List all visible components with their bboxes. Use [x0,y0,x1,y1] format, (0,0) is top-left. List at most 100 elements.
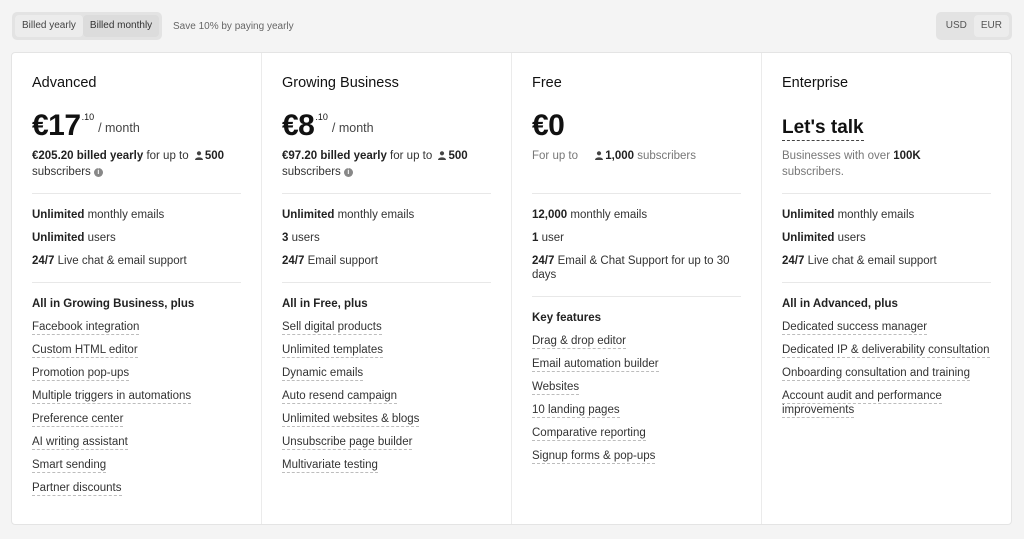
feature-item[interactable]: Unsubscribe page builder [282,435,491,450]
feature-label: Onboarding consultation and training [782,367,970,381]
features-heading: Key features [532,312,602,324]
subscriber-count: 1,000 [605,150,635,162]
subscriber-count: 500 [448,150,468,162]
limit-support: 24/7 Live chat & email support [32,254,241,268]
divider [782,282,991,283]
plan-name: Enterprise [782,75,849,91]
feature-item[interactable]: Dedicated IP & deliverability consultati… [782,343,991,358]
limit-value: Unlimited [782,209,835,221]
limit-label: Email & Chat Support for up to 30 days [532,255,730,281]
limit-label: Live chat & email support [54,255,187,267]
feature-item[interactable]: Promotion pop-ups [32,366,241,381]
feature-label: Custom HTML editor [32,344,138,358]
divider [782,193,991,194]
feature-item[interactable]: Preference center [32,412,241,427]
price-amount: €0 [532,109,565,142]
feature-item[interactable]: Email automation builder [532,357,741,372]
feature-item[interactable]: Unlimited websites & blogs [282,412,491,427]
divider [32,282,241,283]
divider [32,193,241,194]
limit-value: Unlimited [782,232,835,244]
divider [532,296,741,297]
divider [282,193,491,194]
currency-usd-option[interactable]: USD [939,15,974,37]
limit-value: 24/7 [532,255,555,267]
feature-label: Email automation builder [532,358,659,372]
limit-value: 24/7 [32,255,55,267]
limit-label: monthly emails [834,209,915,221]
feature-item[interactable]: AI writing assistant [32,435,241,450]
feature-label: Sell digital products [282,321,382,335]
subscribers-label: subscribers [282,166,341,178]
feature-label: Comparative reporting [532,427,646,441]
billed-for-label: for up to [386,150,436,162]
plan-advanced: Advanced €17 .10 / month €205.20 billed … [12,53,262,524]
feature-item[interactable]: 10 landing pages [532,403,741,418]
feature-item[interactable]: Custom HTML editor [32,343,241,358]
feature-label: Smart sending [32,459,107,473]
limit-users: Unlimited users [32,231,241,245]
limit-value: Unlimited [32,209,85,221]
billing-period-toggle: Billed yearly Billed monthly [12,12,163,40]
feature-item[interactable]: Dedicated success manager [782,320,991,335]
limit-label: users [834,232,866,244]
billed-yearly-option[interactable]: Billed yearly [15,15,83,37]
feature-item[interactable]: Multiple triggers in automations [32,389,241,404]
price-amount: €8 [282,109,315,142]
for-up-to-label: For up to [532,150,579,162]
feature-item[interactable]: Facebook integration [32,320,241,335]
limit-value: 24/7 [782,255,805,267]
feature-label: Websites [532,381,580,395]
feature-label: Unsubscribe page builder [282,436,413,450]
feature-label: Dedicated success manager [782,321,928,335]
user-icon [595,151,604,160]
divider [532,193,741,194]
feature-item[interactable]: Signup forms & pop-ups [532,449,741,464]
billing-details: €205.20 billed yearly for up to 500 subs… [32,148,241,182]
feature-item[interactable]: Smart sending [32,458,241,473]
limit-label: Email support [304,255,378,267]
feature-item[interactable]: Auto resend campaign [282,389,491,404]
feature-item[interactable]: Drag & drop editor [532,334,741,349]
feature-item[interactable]: Comparative reporting [532,426,741,441]
limit-value: 12,000 [532,209,568,221]
enterprise-suffix: subscribers. [782,166,844,178]
subscribers-label: subscribers [32,166,91,178]
limit-value: 24/7 [282,255,305,267]
info-icon[interactable]: i [343,168,353,177]
plan-name: Free [532,75,562,91]
currency-eur-option[interactable]: EUR [973,15,1009,37]
feature-label: Multivariate testing [282,459,378,473]
feature-item[interactable]: Unlimited templates [282,343,491,358]
yearly-savings-note: Save 10% by paying yearly [173,21,294,32]
feature-item[interactable]: Partner discounts [32,481,241,496]
price-unit: / month [98,121,140,135]
feature-label: Account audit and performance improvemen… [782,390,942,418]
price-cents: .10 [315,112,328,122]
feature-label: Unlimited templates [282,344,383,358]
feature-label: Partner discounts [32,482,122,496]
feature-item[interactable]: Multivariate testing [282,458,491,473]
feature-item[interactable]: Account audit and performance improvemen… [782,389,991,418]
subscriber-threshold: 100K [893,150,921,162]
info-icon[interactable]: i [93,168,103,177]
limit-users: 1 user [532,231,741,245]
features-heading: All in Growing Business, plus [32,298,195,310]
feature-item[interactable]: Onboarding consultation and training [782,366,991,381]
limit-label: monthly emails [334,209,415,221]
limit-value: Unlimited [32,232,85,244]
feature-item[interactable]: Websites [532,380,741,395]
feature-item[interactable]: Sell digital products [282,320,491,335]
plan-free: Free €0 For up to 1,000 subscribers 12,0… [512,53,762,524]
price-cents: .10 [81,112,95,122]
lets-talk-link[interactable]: Let's talk [782,116,864,141]
limit-emails: Unlimited monthly emails [282,208,491,222]
limit-users: 3 users [282,231,491,245]
divider [282,282,491,283]
limit-label: Live chat & email support [804,255,937,267]
plan-price: Let's talk [782,108,991,144]
limit-emails: 12,000 monthly emails [532,208,741,222]
billed-monthly-option[interactable]: Billed monthly [82,15,160,37]
limit-emails: Unlimited monthly emails [32,208,241,222]
feature-item[interactable]: Dynamic emails [282,366,491,381]
